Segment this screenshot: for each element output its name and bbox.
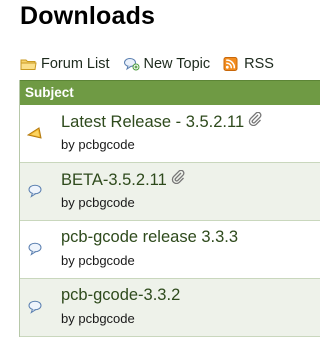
- byline-prefix: by: [61, 137, 75, 152]
- forum-toolbar: Forum List New Topic RSS: [20, 55, 287, 73]
- page-title: Downloads: [20, 2, 156, 30]
- topic-title-link[interactable]: BETA-3.5.2.11: [61, 170, 185, 190]
- table-row: BETA-3.5.2.11 by pcbgcode: [20, 163, 320, 221]
- topic-bubble-icon: [27, 300, 43, 314]
- topics-table: Subject Latest Release - 3.5.2.11 by pcb…: [19, 80, 320, 337]
- topic-title-link[interactable]: pcb-gcode release 3.3.3: [61, 228, 238, 247]
- attachment-icon: [248, 112, 262, 126]
- byline-prefix: by: [61, 253, 75, 268]
- rss-label: RSS: [244, 56, 274, 72]
- topic-author-link[interactable]: pcbgcode: [78, 137, 134, 152]
- forum-list-link[interactable]: Forum List: [20, 56, 110, 72]
- sticky-announcement-icon: [27, 126, 43, 140]
- new-topic-label: New Topic: [143, 56, 211, 72]
- topic-byline: by pcbgcode: [61, 137, 135, 152]
- topic-byline: by pcbgcode: [61, 253, 135, 268]
- table-row: pcb-gcode-3.3.2 by pcbgcode: [20, 279, 320, 337]
- attachment-icon: [171, 170, 185, 184]
- table-row: Latest Release - 3.5.2.11 by pcbgcode: [20, 105, 320, 163]
- new-topic-icon: [123, 57, 140, 71]
- rss-link[interactable]: RSS: [223, 56, 274, 72]
- topic-byline: by pcbgcode: [61, 311, 135, 326]
- topic-author-link[interactable]: pcbgcode: [78, 253, 134, 268]
- topic-bubble-icon: [27, 242, 43, 256]
- topic-author-link[interactable]: pcbgcode: [78, 311, 134, 326]
- rss-icon: [223, 57, 240, 71]
- topic-title-link[interactable]: Latest Release - 3.5.2.11: [61, 112, 262, 132]
- folder-icon: [20, 57, 37, 71]
- topic-bubble-icon: [27, 184, 43, 198]
- table-row: pcb-gcode release 3.3.3 by pcbgcode: [20, 221, 320, 279]
- topic-byline: by pcbgcode: [61, 195, 135, 210]
- forum-list-label: Forum List: [41, 56, 110, 72]
- topic-author-link[interactable]: pcbgcode: [78, 195, 134, 210]
- topic-title-link[interactable]: pcb-gcode-3.3.2: [61, 286, 180, 305]
- new-topic-link[interactable]: New Topic: [123, 56, 211, 72]
- byline-prefix: by: [61, 311, 75, 326]
- subject-column-header[interactable]: Subject: [20, 80, 320, 105]
- byline-prefix: by: [61, 195, 75, 210]
